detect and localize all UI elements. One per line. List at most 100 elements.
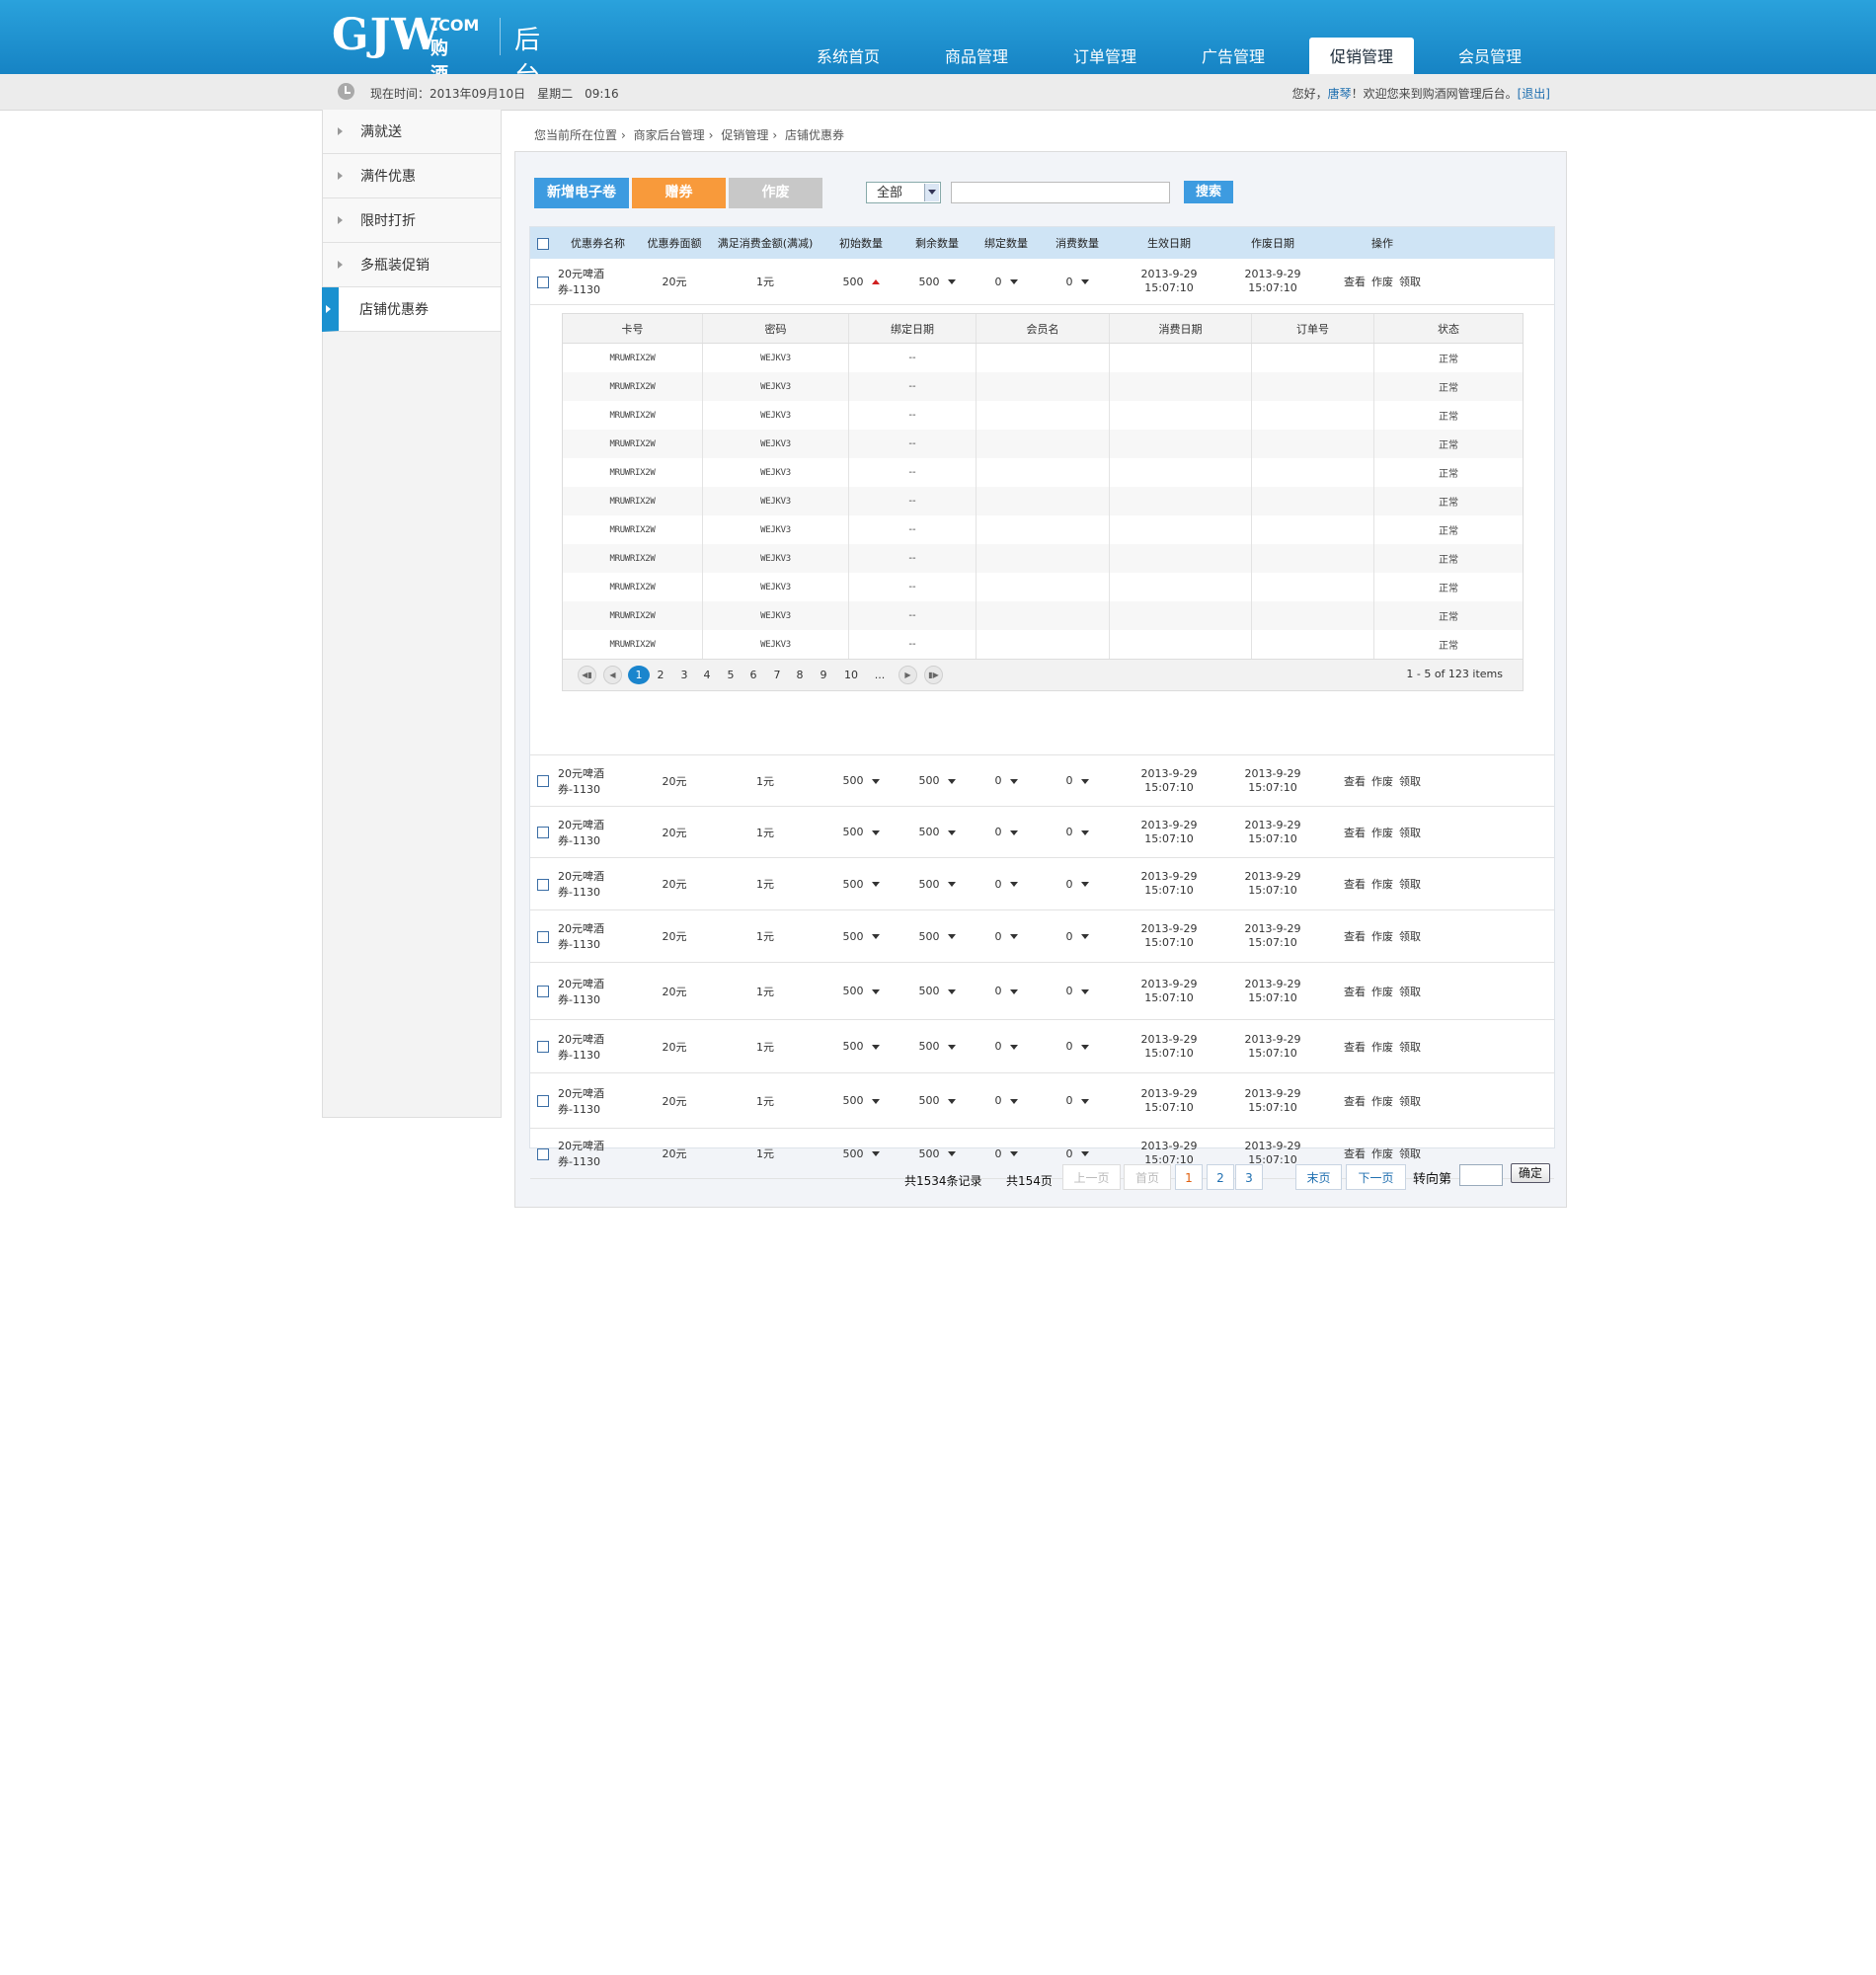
row-checkbox[interactable] <box>537 1147 549 1160</box>
caret-down-icon[interactable] <box>947 1098 956 1104</box>
caret-down-icon[interactable] <box>871 988 880 994</box>
caret-down-icon[interactable] <box>947 1151 956 1156</box>
view-link[interactable]: 查看 <box>1344 1147 1366 1160</box>
row-checkbox[interactable] <box>537 986 549 997</box>
detail-page-11[interactable]: ... <box>869 666 891 684</box>
detail-page-3[interactable]: 3 <box>673 666 695 684</box>
void-link[interactable]: 作废 <box>1371 827 1393 839</box>
void-button[interactable]: 作废 <box>729 178 822 208</box>
view-link[interactable]: 查看 <box>1344 775 1366 788</box>
goto-confirm-button[interactable]: 确定 <box>1511 1163 1550 1183</box>
detail-page-1[interactable]: 1 <box>628 666 650 684</box>
void-link[interactable]: 作废 <box>1371 930 1393 943</box>
last-page-icon[interactable]: ▮▶ <box>924 666 943 684</box>
caret-down-icon[interactable] <box>871 830 880 835</box>
caret-down-icon[interactable] <box>1009 1098 1018 1104</box>
claim-link[interactable]: 领取 <box>1399 827 1421 839</box>
claim-link[interactable]: 领取 <box>1399 986 1421 998</box>
void-link[interactable]: 作废 <box>1371 1095 1393 1108</box>
goto-page-input[interactable] <box>1459 1164 1503 1186</box>
detail-page-5[interactable]: 5 <box>720 666 742 684</box>
sidebar-item-multi-bottle[interactable]: 多瓶装促销 <box>323 243 501 287</box>
nav-tab-orders[interactable]: 订单管理 <box>1053 38 1157 74</box>
claim-link[interactable]: 领取 <box>1399 276 1421 288</box>
row-checkbox[interactable] <box>537 930 549 943</box>
search-input[interactable] <box>951 182 1170 203</box>
caret-up-icon[interactable] <box>871 279 880 284</box>
caret-down-icon[interactable] <box>1009 1151 1018 1156</box>
caret-down-icon[interactable] <box>1009 934 1018 939</box>
next-page-icon[interactable]: ▶ <box>899 666 917 684</box>
detail-page-9[interactable]: 9 <box>813 666 834 684</box>
caret-down-icon[interactable] <box>947 830 956 835</box>
caret-down-icon[interactable] <box>871 934 880 939</box>
caret-down-icon[interactable] <box>1080 1151 1089 1156</box>
caret-down-icon[interactable] <box>1009 1044 1018 1050</box>
row-checkbox[interactable] <box>537 276 549 288</box>
caret-down-icon[interactable] <box>947 988 956 994</box>
breadcrumb-item[interactable]: 促销管理 <box>721 128 768 142</box>
caret-down-icon[interactable] <box>1080 279 1089 284</box>
nav-tab-members[interactable]: 会员管理 <box>1438 38 1542 74</box>
caret-down-icon[interactable] <box>871 1044 880 1050</box>
nav-tab-products[interactable]: 商品管理 <box>924 38 1029 74</box>
claim-link[interactable]: 领取 <box>1399 1095 1421 1108</box>
caret-down-icon[interactable] <box>947 882 956 887</box>
void-link[interactable]: 作废 <box>1371 775 1393 788</box>
detail-page-6[interactable]: 6 <box>743 666 764 684</box>
void-link[interactable]: 作废 <box>1371 1041 1393 1054</box>
user-name[interactable]: 唐琴 <box>1328 87 1352 101</box>
view-link[interactable]: 查看 <box>1344 276 1366 288</box>
claim-link[interactable]: 领取 <box>1399 775 1421 788</box>
caret-down-icon[interactable] <box>871 1151 880 1156</box>
breadcrumb-item[interactable]: 店铺优惠券 <box>785 128 844 142</box>
view-link[interactable]: 查看 <box>1344 930 1366 943</box>
caret-down-icon[interactable] <box>871 882 880 887</box>
void-link[interactable]: 作废 <box>1371 1147 1393 1160</box>
logout-link[interactable]: [退出] <box>1518 87 1550 101</box>
row-checkbox[interactable] <box>537 775 549 787</box>
view-link[interactable]: 查看 <box>1344 827 1366 839</box>
caret-down-icon[interactable] <box>947 778 956 784</box>
sidebar-item-flash-sale[interactable]: 限时打折 <box>323 198 501 243</box>
prev-page-icon[interactable]: ◀ <box>603 666 622 684</box>
sidebar-item-gift-on-spend[interactable]: 满就送 <box>323 110 501 154</box>
detail-page-7[interactable]: 7 <box>766 666 788 684</box>
nav-tab-promotions[interactable]: 促销管理 <box>1309 38 1414 74</box>
caret-down-icon[interactable] <box>1009 778 1018 784</box>
detail-page-10[interactable]: 10 <box>840 666 862 684</box>
caret-down-icon[interactable] <box>1080 1098 1089 1104</box>
void-link[interactable]: 作废 <box>1371 276 1393 288</box>
view-link[interactable]: 查看 <box>1344 1041 1366 1054</box>
nav-tab-home[interactable]: 系统首页 <box>796 38 900 74</box>
view-link[interactable]: 查看 <box>1344 1095 1366 1108</box>
claim-link[interactable]: 领取 <box>1399 930 1421 943</box>
caret-down-icon[interactable] <box>1080 988 1089 994</box>
claim-link[interactable]: 领取 <box>1399 1041 1421 1054</box>
void-link[interactable]: 作废 <box>1371 878 1393 891</box>
caret-down-icon[interactable] <box>1009 882 1018 887</box>
nav-tab-ads[interactable]: 广告管理 <box>1181 38 1286 74</box>
caret-down-icon[interactable] <box>1009 988 1018 994</box>
row-checkbox[interactable] <box>537 1041 549 1053</box>
search-button[interactable]: 搜索 <box>1184 181 1233 203</box>
filter-select[interactable]: 全部 <box>866 182 941 203</box>
view-link[interactable]: 查看 <box>1344 986 1366 998</box>
last-page-button[interactable]: 末页 <box>1295 1164 1342 1190</box>
caret-down-icon[interactable] <box>947 1044 956 1050</box>
caret-down-icon[interactable] <box>1009 279 1018 284</box>
claim-link[interactable]: 领取 <box>1399 878 1421 891</box>
caret-down-icon[interactable] <box>947 279 956 284</box>
detail-page-4[interactable]: 4 <box>696 666 718 684</box>
page-button-2[interactable]: 2 <box>1207 1164 1234 1190</box>
detail-page-2[interactable]: 2 <box>650 666 671 684</box>
first-page-button[interactable]: 首页 <box>1124 1164 1171 1190</box>
sidebar-item-store-coupon[interactable]: 店铺优惠券 <box>322 287 501 332</box>
caret-down-icon[interactable] <box>1080 882 1089 887</box>
caret-down-icon[interactable] <box>871 1098 880 1104</box>
next-page-button[interactable]: 下一页 <box>1346 1164 1406 1190</box>
select-all-checkbox[interactable] <box>537 237 549 250</box>
caret-down-icon[interactable] <box>1080 830 1089 835</box>
claim-link[interactable]: 领取 <box>1399 1147 1421 1160</box>
gift-coupon-button[interactable]: 赠券 <box>632 178 726 208</box>
